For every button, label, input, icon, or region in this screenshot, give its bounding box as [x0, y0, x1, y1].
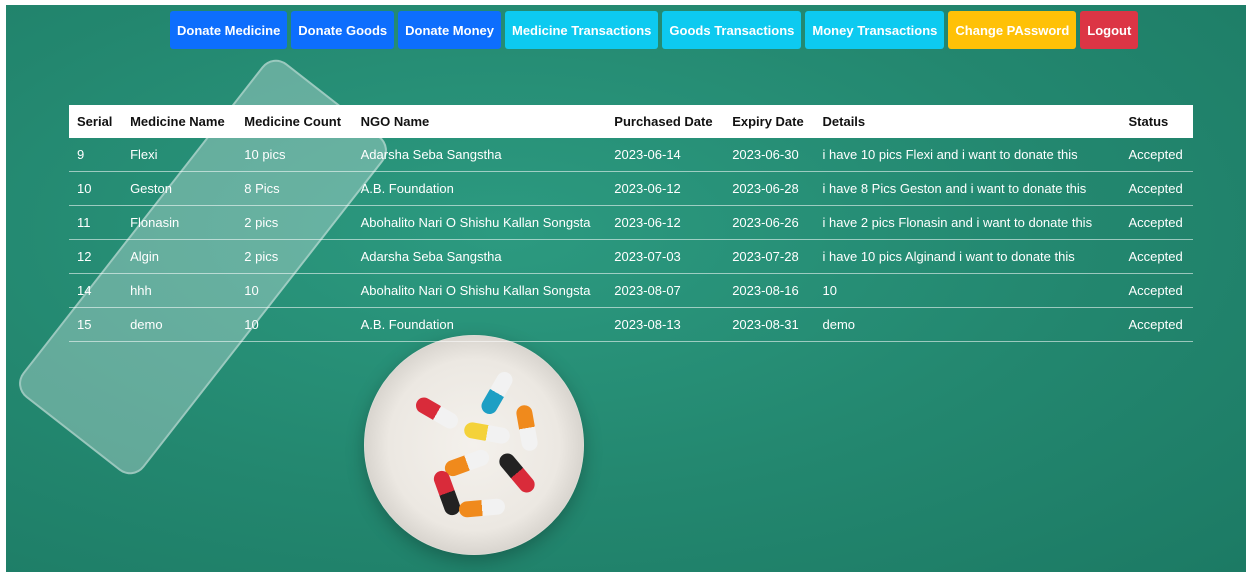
- cell-serial: 11: [69, 205, 123, 240]
- cell-details: 10: [814, 273, 1121, 308]
- cell-status: Accepted: [1120, 138, 1193, 172]
- goods-transactions-button[interactable]: Goods Transactions: [662, 11, 802, 49]
- cell-serial: 9: [69, 138, 123, 172]
- medicine-transactions-table: Serial Medicine Name Medicine Count NGO …: [69, 105, 1193, 342]
- cell-status: Accepted: [1120, 205, 1193, 240]
- donate-goods-button[interactable]: Donate Goods: [291, 11, 395, 49]
- logout-button[interactable]: Logout: [1080, 11, 1139, 49]
- cell-purchased-date: 2023-08-13: [606, 307, 725, 342]
- cell-ngo-name: A.B. Foundation: [352, 171, 607, 206]
- cell-details: demo: [814, 307, 1121, 342]
- cell-medicine-name: Algin: [122, 239, 237, 274]
- cell-serial: 12: [69, 239, 123, 274]
- table-row: 9 Flexi 10 pics Adarsha Seba Sangstha 20…: [69, 138, 1193, 172]
- cell-details: i have 10 pics Flexi and i want to donat…: [814, 138, 1121, 172]
- table-row: 14 hhh 10 Abohalito Nari O Shishu Kallan…: [69, 273, 1193, 308]
- header-purchased-date: Purchased Date: [614, 114, 713, 129]
- cell-medicine-count: 10 pics: [236, 138, 353, 172]
- header-status: Status: [1128, 114, 1169, 129]
- top-navigation: Donate Medicine Donate Goods Donate Mone…: [170, 11, 1139, 49]
- cell-medicine-count: 8 Pics: [236, 171, 353, 206]
- cell-medicine-name: Flonasin: [122, 205, 237, 240]
- cell-expiry-date: 2023-06-28: [724, 171, 815, 206]
- table-row: 15 demo 10 A.B. Foundation 2023-08-13 20…: [69, 307, 1193, 342]
- medicine-transactions-button[interactable]: Medicine Transactions: [504, 11, 659, 49]
- cell-serial: 14: [69, 273, 123, 308]
- donate-medicine-button[interactable]: Donate Medicine: [170, 11, 288, 49]
- cell-status: Accepted: [1120, 307, 1193, 342]
- header-ngo-name: NGO Name: [360, 114, 430, 129]
- header-medicine-count: Medicine Count: [244, 114, 342, 129]
- pill-bowl-image: [364, 335, 584, 555]
- cell-status: Accepted: [1120, 239, 1193, 274]
- cell-purchased-date: 2023-06-12: [606, 205, 725, 240]
- cell-ngo-name: Adarsha Seba Sangstha: [352, 138, 607, 172]
- cell-ngo-name: Abohalito Nari O Shishu Kallan Songsta: [352, 273, 607, 308]
- cell-purchased-date: 2023-08-07: [606, 273, 725, 308]
- cell-medicine-count: 2 pics: [236, 205, 353, 240]
- cell-details: i have 2 pics Flonasin and i want to don…: [814, 205, 1121, 240]
- cell-expiry-date: 2023-07-28: [724, 239, 815, 274]
- table-header-row: Serial Medicine Name Medicine Count NGO …: [69, 105, 1193, 138]
- cell-medicine-count: 10: [236, 273, 353, 308]
- cell-expiry-date: 2023-06-30: [724, 138, 815, 172]
- header-details: Details: [822, 114, 866, 129]
- cell-expiry-date: 2023-08-16: [724, 273, 815, 308]
- cell-purchased-date: 2023-06-12: [606, 171, 725, 206]
- cell-status: Accepted: [1120, 171, 1193, 206]
- header-expiry-date: Expiry Date: [732, 114, 804, 129]
- table-row: 11 Flonasin 2 pics Abohalito Nari O Shis…: [69, 205, 1193, 240]
- table-row: 12 Algin 2 pics Adarsha Seba Sangstha 20…: [69, 239, 1193, 274]
- cell-purchased-date: 2023-07-03: [606, 239, 725, 274]
- cell-ngo-name: Abohalito Nari O Shishu Kallan Songsta: [352, 205, 607, 240]
- cell-details: i have 10 pics Alginand i want to donate…: [814, 239, 1121, 274]
- cell-medicine-name: demo: [122, 307, 237, 342]
- cell-medicine-name: Geston: [122, 171, 237, 206]
- cell-medicine-name: Flexi: [122, 138, 237, 172]
- cell-purchased-date: 2023-06-14: [606, 138, 725, 172]
- money-transactions-button[interactable]: Money Transactions: [805, 11, 945, 49]
- change-password-button[interactable]: Change PAssword: [948, 11, 1077, 49]
- cell-expiry-date: 2023-08-31: [724, 307, 815, 342]
- cell-medicine-name: hhh: [122, 273, 237, 308]
- header-serial: Serial: [77, 114, 113, 129]
- donate-money-button[interactable]: Donate Money: [398, 11, 501, 49]
- header-medicine-name: Medicine Name: [130, 114, 225, 129]
- cell-serial: 15: [69, 307, 123, 342]
- cell-details: i have 8 Pics Geston and i want to donat…: [814, 171, 1121, 206]
- cell-ngo-name: A.B. Foundation: [352, 307, 607, 342]
- cell-ngo-name: Adarsha Seba Sangstha: [352, 239, 607, 274]
- cell-serial: 10: [69, 171, 123, 206]
- table-row: 10 Geston 8 Pics A.B. Foundation 2023-06…: [69, 171, 1193, 206]
- cell-status: Accepted: [1120, 273, 1193, 308]
- cell-medicine-count: 2 pics: [236, 239, 353, 274]
- cell-medicine-count: 10: [236, 307, 353, 342]
- cell-expiry-date: 2023-06-26: [724, 205, 815, 240]
